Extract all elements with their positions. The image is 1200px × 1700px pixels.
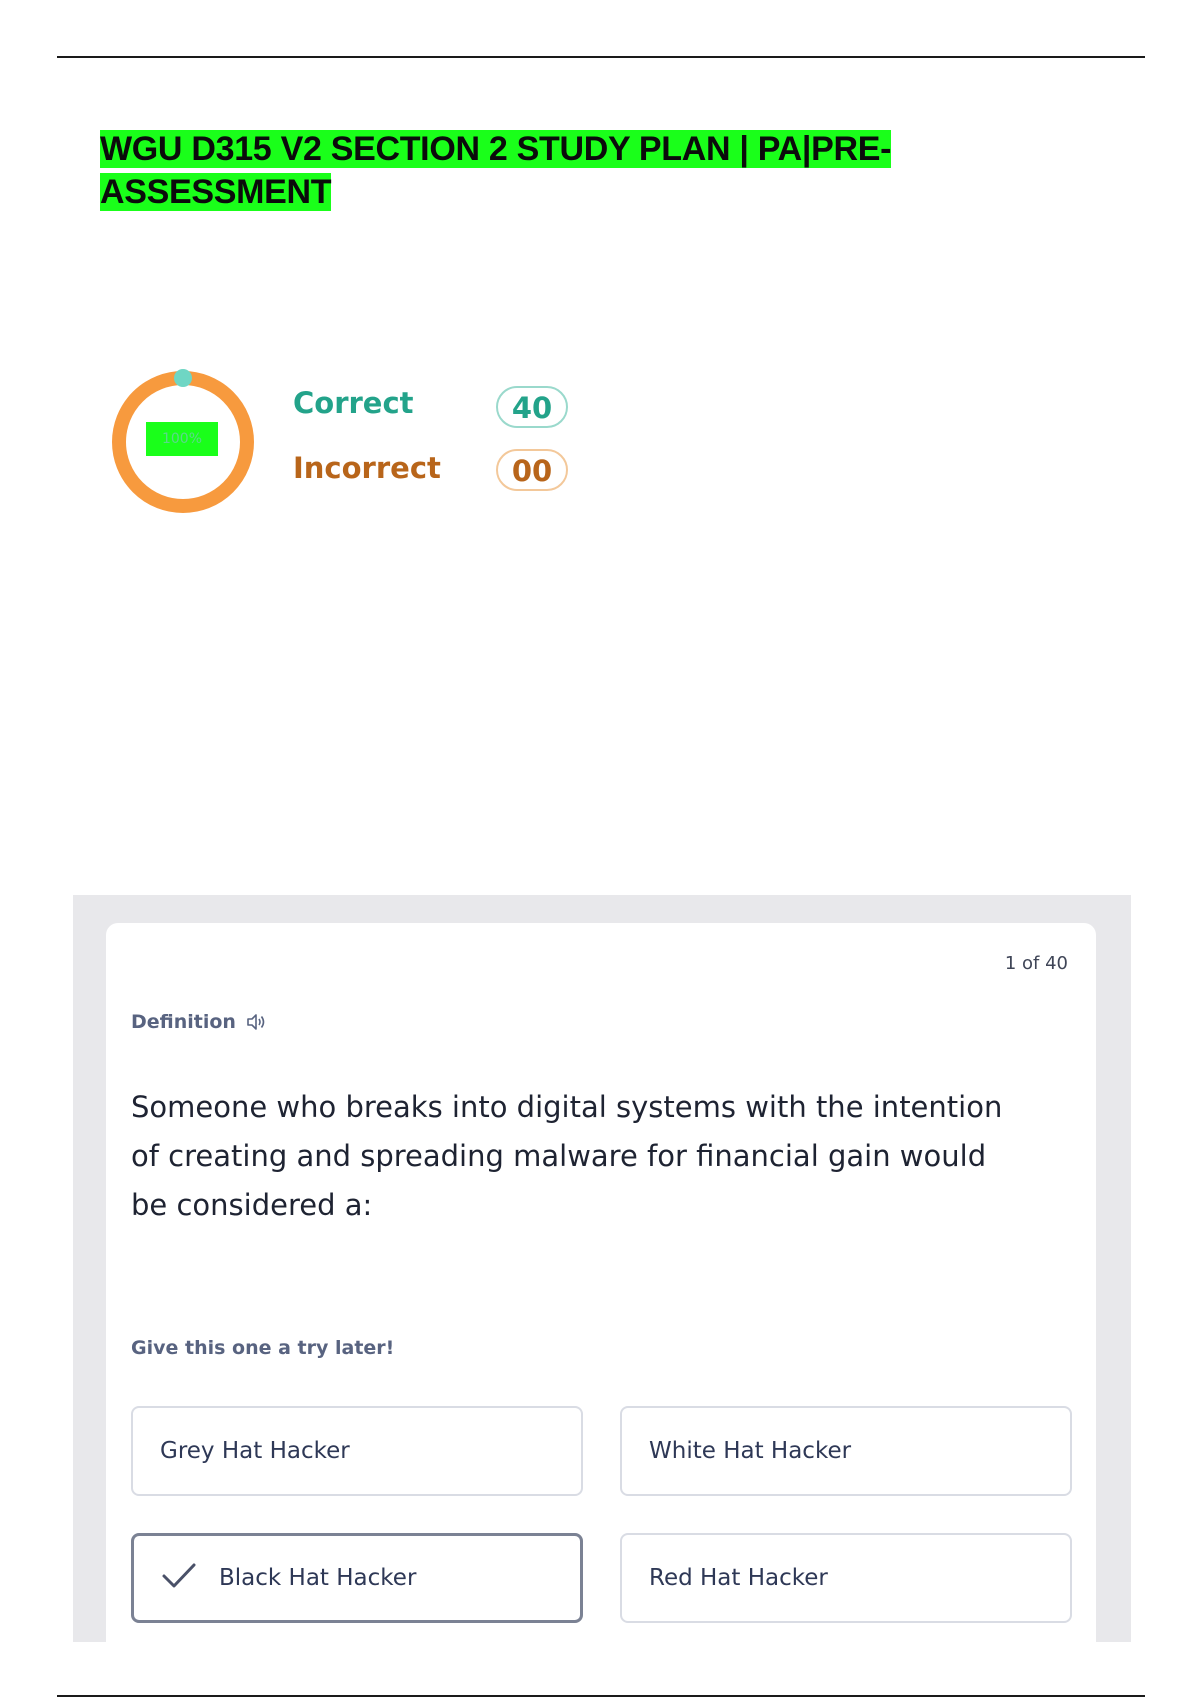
speaker-icon[interactable] (245, 1011, 267, 1033)
answer-option-grey-hat[interactable]: Grey Hat Hacker (131, 1406, 583, 1496)
bottom-rule (57, 1695, 1145, 1697)
answer-option-label: White Hat Hacker (649, 1438, 852, 1464)
answer-option-black-hat[interactable]: Black Hat Hacker (131, 1533, 583, 1623)
document-title: WGU D315 V2 SECTION 2 STUDY PLAN | PA|PR… (100, 128, 1000, 214)
answer-option-white-hat[interactable]: White Hat Hacker (620, 1406, 1072, 1496)
try-later-hint[interactable]: Give this one a try later! (131, 1337, 394, 1359)
question-counter: 1 of 40 (1004, 953, 1068, 974)
document-title-text: WGU D315 V2 SECTION 2 STUDY PLAN | PA|PR… (100, 130, 892, 211)
incorrect-count-badge: 00 (496, 449, 568, 491)
answer-option-label: Grey Hat Hacker (160, 1438, 350, 1464)
checkmark-icon (162, 1563, 196, 1587)
top-rule (57, 56, 1145, 58)
score-percent: 100% (146, 422, 218, 456)
correct-count-badge: 40 (496, 386, 568, 428)
correct-label: Correct (293, 386, 414, 420)
term-type-label: Definition (131, 1011, 236, 1033)
answer-option-label: Black Hat Hacker (219, 1565, 417, 1591)
incorrect-label: Incorrect (293, 451, 441, 485)
flashcard-panel: 1 of 40 Definition Someone who breaks in… (73, 895, 1131, 1642)
question-text: Someone who breaks into digital systems … (131, 1090, 1003, 1222)
answer-option-red-hat[interactable]: Red Hat Hacker (620, 1533, 1072, 1623)
score-ring-start-dot (174, 369, 192, 387)
question-card: 1 of 40 Definition Someone who breaks in… (106, 923, 1096, 1642)
answer-option-label: Red Hat Hacker (649, 1565, 828, 1591)
